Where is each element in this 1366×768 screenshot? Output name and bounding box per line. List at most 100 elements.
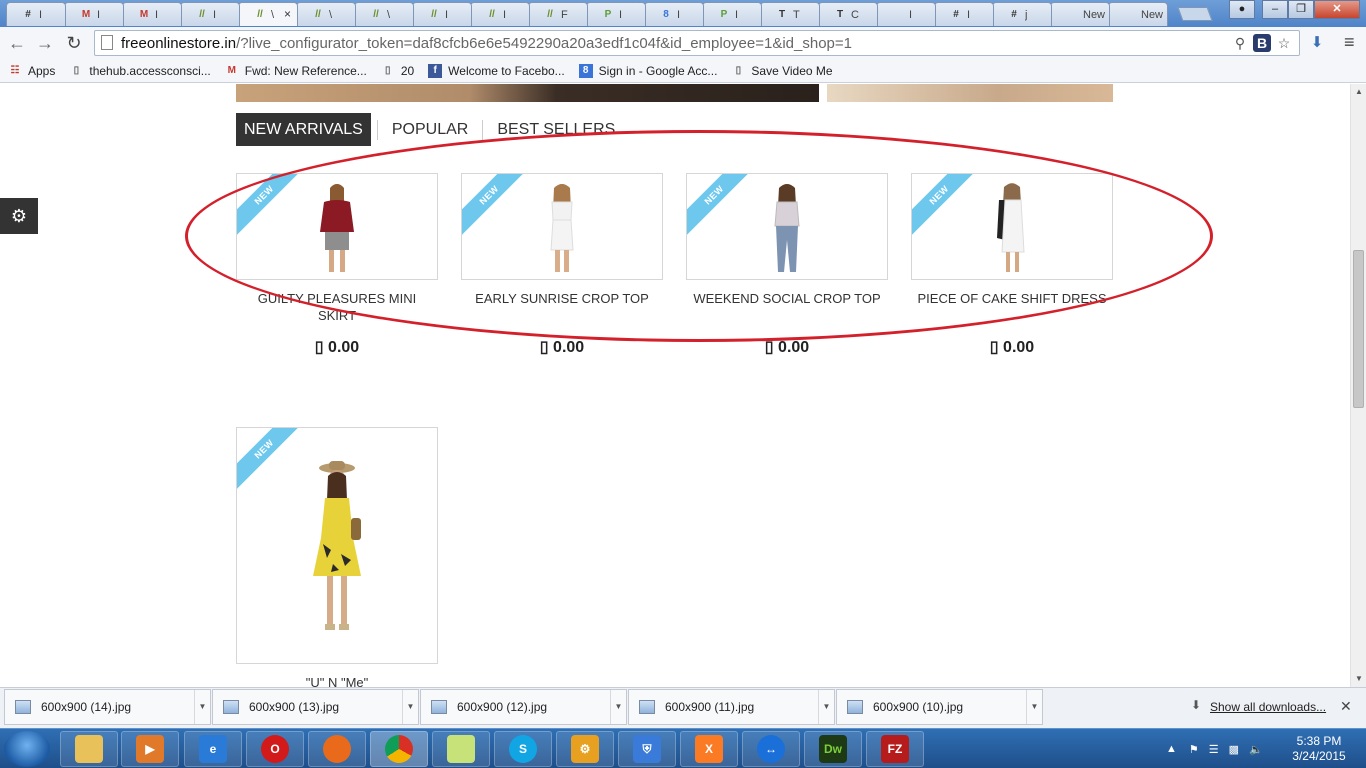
product-image[interactable]: NEW — [461, 173, 663, 280]
taskbar-security[interactable]: ⛨ — [618, 731, 676, 767]
browser-tab[interactable]: 8I — [644, 2, 704, 26]
browser-tab[interactable]: // I — [180, 2, 240, 26]
browser-tab[interactable]: // \ × — [238, 2, 298, 26]
browser-tab[interactable]: # j — [992, 2, 1052, 26]
bookmark-item[interactable]: ☷ Apps — [8, 64, 56, 78]
back-icon[interactable]: ← — [6, 32, 28, 54]
minimize-button[interactable]: – — [1262, 0, 1288, 19]
chevron-down-icon[interactable]: ▼ — [1026, 690, 1042, 724]
bookmark-item[interactable]: ▯ Save Video Me — [731, 64, 833, 78]
browser-tab[interactable]: # I — [6, 2, 66, 26]
tab-close-icon[interactable]: × — [284, 7, 291, 21]
download-item[interactable]: 600x900 (12).jpg ▼ — [420, 689, 627, 725]
close-icon[interactable]: ✕ — [1340, 698, 1352, 715]
action-center-icon[interactable]: ⚑ — [1189, 743, 1199, 756]
product-image[interactable]: NEW — [686, 173, 888, 280]
bookmark-item[interactable]: ▯ 20 — [381, 64, 414, 78]
browser-tab[interactable]: // \ — [296, 2, 356, 26]
tab-popular[interactable]: POPULAR — [384, 113, 476, 146]
extension-download-icon[interactable]: ⬇ — [1306, 32, 1328, 54]
browser-tab[interactable]: PI — [702, 2, 762, 26]
hero-banner-right[interactable] — [827, 84, 1113, 102]
scroll-down-icon[interactable]: ▼ — [1351, 671, 1366, 687]
browser-tab[interactable]: // \ — [354, 2, 414, 26]
bookmark-item[interactable]: ▯ thehub.accessconsci... — [69, 64, 211, 78]
taskbar-chrome[interactable] — [370, 731, 428, 767]
browser-tab[interactable]: TT — [760, 2, 820, 26]
download-item[interactable]: 600x900 (13).jpg ▼ — [212, 689, 419, 725]
product-card[interactable]: NEW EARLY SUNRISE CROP TOP ▯ 0.00 — [461, 173, 663, 356]
chevron-down-icon[interactable]: ▼ — [610, 690, 626, 724]
download-item[interactable]: 600x900 (10).jpg ▼ — [836, 689, 1043, 725]
taskbar-updater[interactable]: ⚙ — [556, 731, 614, 767]
new-tab-button[interactable] — [1177, 7, 1213, 21]
browser-tab[interactable]: TC — [818, 2, 878, 26]
product-name[interactable]: EARLY SUNRISE CROP TOP — [461, 290, 663, 307]
chevron-down-icon[interactable]: ▼ — [194, 690, 210, 724]
product-card[interactable]: NEW GUILTY PLEASURES MINI SKIRT ▯ 0.00 — [236, 173, 438, 356]
browser-tab[interactable]: MI — [122, 2, 182, 26]
chrome-menu-icon[interactable]: ≡ — [1344, 32, 1362, 52]
system-clock[interactable]: 5:38 PM 3/24/2015 — [1284, 734, 1354, 764]
browser-tab[interactable]: # I — [934, 2, 994, 26]
taskbar-internet-explorer[interactable]: e — [184, 731, 242, 767]
taskbar-sticky-notes[interactable] — [432, 731, 490, 767]
forward-icon[interactable]: → — [34, 32, 56, 54]
page-scrollbar[interactable]: ▲ ▼ — [1350, 84, 1366, 687]
browser-tab[interactable]: // I — [412, 2, 472, 26]
chevron-down-icon[interactable]: ▼ — [818, 690, 834, 724]
taskbar-skype[interactable]: S — [494, 731, 552, 767]
network-tray-icon[interactable]: ☰ — [1209, 743, 1219, 756]
taskbar-firefox[interactable] — [308, 731, 366, 767]
taskbar-filezilla[interactable]: FZ — [866, 731, 924, 767]
taskbar-explorer[interactable] — [60, 731, 118, 767]
product-image[interactable]: NEW — [236, 173, 438, 280]
taskbar-teamviewer[interactable]: ↔ — [742, 731, 800, 767]
product-card[interactable]: NEW WEEKEND SOCIAL CROP TOP ▯ 0.00 — [686, 173, 888, 356]
address-bar[interactable]: freeonlinestore.in/?live_configurator_to… — [94, 30, 1300, 56]
product-image[interactable]: NEW — [911, 173, 1113, 280]
download-item[interactable]: 600x900 (14).jpg ▼ — [4, 689, 211, 725]
product-card[interactable]: NEW "U" N "Me" — [236, 427, 438, 687]
chevron-down-icon[interactable]: ▼ — [402, 690, 418, 724]
bookmark-star-icon[interactable]: ☆ — [1275, 34, 1293, 52]
product-name[interactable]: "U" N "Me" — [236, 674, 438, 687]
product-name[interactable]: PIECE OF CAKE SHIFT DRESS — [911, 290, 1113, 307]
browser-tab[interactable]: // I — [470, 2, 530, 26]
taskbar-opera[interactable]: O — [246, 731, 304, 767]
search-icon[interactable]: ⚲ — [1231, 34, 1249, 52]
browser-tab[interactable]: I — [876, 2, 936, 26]
hero-banner-left[interactable] — [236, 84, 819, 102]
product-image[interactable]: NEW — [236, 427, 438, 664]
show-all-downloads-link[interactable]: Show all downloads... — [1210, 700, 1326, 714]
tab-best-sellers[interactable]: BEST SELLERS — [489, 113, 623, 146]
taskbar-media-player[interactable]: ▶ — [121, 731, 179, 767]
browser-tab[interactable]: PI — [586, 2, 646, 26]
bookmark-item[interactable]: M Fwd: New Reference... — [225, 64, 367, 78]
gear-icon[interactable]: ⚙ — [0, 198, 38, 234]
scroll-up-icon[interactable]: ▲ — [1351, 84, 1366, 100]
product-name[interactable]: GUILTY PLEASURES MINI SKIRT — [236, 290, 438, 324]
maximize-button[interactable]: ❐ — [1288, 0, 1314, 19]
taskbar-xampp[interactable]: X — [680, 731, 738, 767]
show-hidden-icons-icon[interactable]: ▲ — [1166, 743, 1177, 755]
reload-icon[interactable]: ↻ — [63, 32, 85, 54]
close-window-button[interactable]: ✕ — [1314, 0, 1360, 19]
browser-tab[interactable]: New — [1050, 2, 1110, 26]
scrollbar-thumb[interactable] — [1353, 250, 1364, 408]
tab-new-arrivals[interactable]: NEW ARRIVALS — [236, 113, 371, 146]
product-name[interactable]: WEEKEND SOCIAL CROP TOP — [686, 290, 888, 307]
browser-tab[interactable]: New — [1108, 2, 1168, 26]
signal-icon[interactable]: ▩ — [1229, 743, 1239, 756]
bookmark-item[interactable]: 8 Sign in - Google Acc... — [578, 63, 717, 78]
taskbar-dreamweaver[interactable]: Dw — [804, 731, 862, 767]
browser-tab[interactable]: // F — [528, 2, 588, 26]
start-button[interactable] — [4, 731, 50, 767]
download-item[interactable]: 600x900 (11).jpg ▼ — [628, 689, 835, 725]
browser-tab[interactable]: MI — [64, 2, 124, 26]
volume-icon[interactable]: 🔈 — [1249, 743, 1263, 756]
product-card[interactable]: NEW PIECE OF CAKE SHIFT DRESS ▯ 0.00 — [911, 173, 1113, 356]
extension-b-icon[interactable]: B — [1253, 34, 1271, 52]
bookmark-item[interactable]: f Welcome to Facebo... — [428, 63, 565, 78]
user-profile-button[interactable]: ● — [1229, 0, 1255, 19]
